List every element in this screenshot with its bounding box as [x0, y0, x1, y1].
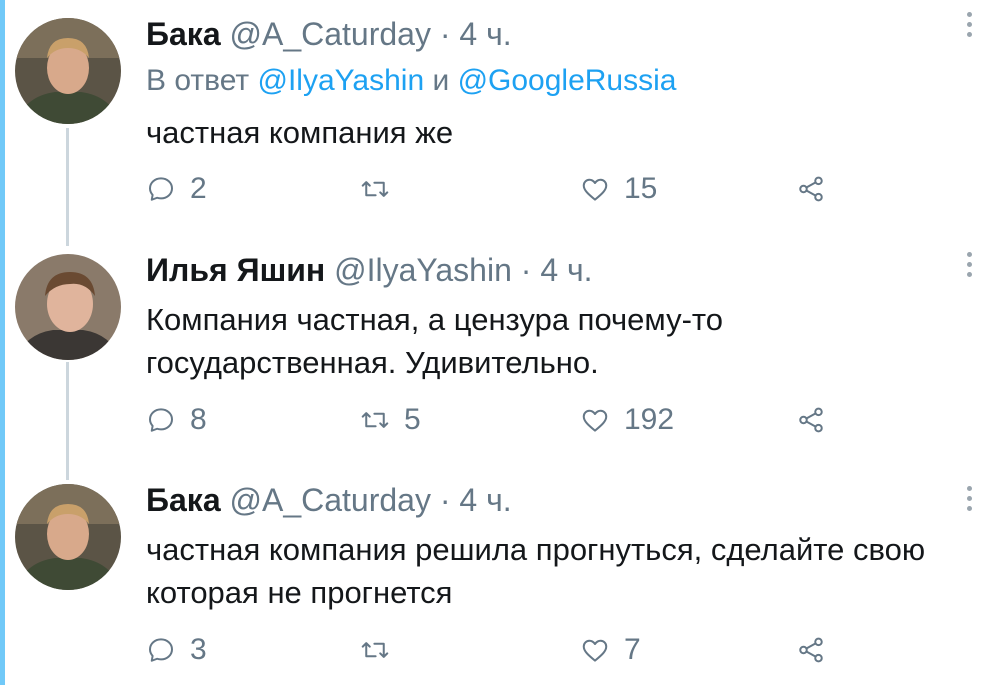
- user-avatar[interactable]: [15, 18, 121, 124]
- user-handle[interactable]: @IlyaYashin: [334, 252, 512, 288]
- retweet-icon: [360, 405, 390, 435]
- retweet-button[interactable]: [360, 172, 404, 206]
- heart-icon: [580, 405, 610, 435]
- tweet-text: частная компания же: [146, 115, 454, 150]
- reply-count: 8: [190, 403, 207, 436]
- like-count: 7: [624, 633, 641, 666]
- reply-icon: [146, 174, 176, 204]
- separator-dot: ·: [520, 252, 532, 288]
- user-avatar-image: [15, 18, 121, 124]
- more-vertical-icon[interactable]: [963, 252, 975, 282]
- display-name[interactable]: Илья Яшин: [146, 252, 325, 288]
- retweet-button[interactable]: [360, 633, 404, 667]
- user-avatar[interactable]: [15, 484, 121, 590]
- tweet-header: Бака @A_Caturday · 4 ч.: [146, 482, 512, 518]
- share-button[interactable]: [796, 172, 826, 206]
- retweet-icon: [360, 174, 390, 204]
- reply-count: 3: [190, 633, 207, 666]
- retweet-icon: [360, 635, 390, 665]
- like-button[interactable]: 192: [580, 403, 674, 437]
- display-name[interactable]: Бака: [146, 482, 221, 518]
- tweet-actions: 2 15: [146, 172, 846, 206]
- tweet-actions: 8 5 192: [146, 403, 846, 437]
- tweet-header: Бака @A_Caturday · 4 ч.: [146, 16, 512, 52]
- share-button[interactable]: [796, 633, 826, 667]
- like-button[interactable]: 15: [580, 172, 657, 206]
- reply-joiner: и: [432, 64, 450, 97]
- timestamp[interactable]: 4 ч.: [540, 252, 592, 288]
- user-avatar-image: [15, 254, 121, 360]
- share-button[interactable]: [796, 403, 826, 437]
- share-icon: [796, 405, 826, 435]
- timestamp[interactable]: 4 ч.: [459, 482, 511, 518]
- reply-prefix: В ответ: [146, 64, 250, 97]
- user-handle[interactable]: @A_Caturday: [230, 16, 431, 52]
- separator-dot: ·: [439, 16, 451, 52]
- retweet-count: 5: [404, 403, 421, 436]
- more-vertical-icon[interactable]: [963, 486, 975, 516]
- tweet[interactable]: Бака @A_Caturday · 4 ч. частная компания…: [0, 480, 989, 685]
- tweet-text: Компания частная, а цензура почему-то го…: [146, 302, 723, 380]
- reply-button[interactable]: 8: [146, 403, 207, 437]
- reply-button[interactable]: 3: [146, 633, 207, 667]
- tweet-header: Илья Яшин @IlyaYashin · 4 ч.: [146, 252, 593, 288]
- replying-to: В ответ @IlyaYashin и @GoogleRussia: [146, 64, 676, 98]
- user-avatar[interactable]: [15, 254, 121, 360]
- display-name[interactable]: Бака: [146, 16, 221, 52]
- tweet[interactable]: Илья Яшин @IlyaYashin · 4 ч. Компания ча…: [0, 248, 989, 480]
- mention-link[interactable]: @GoogleRussia: [458, 64, 677, 97]
- more-vertical-icon[interactable]: [963, 12, 975, 42]
- mention-link[interactable]: @IlyaYashin: [257, 64, 424, 97]
- timestamp[interactable]: 4 ч.: [459, 16, 511, 52]
- share-icon: [796, 635, 826, 665]
- share-icon: [796, 174, 826, 204]
- separator-dot: ·: [439, 482, 451, 518]
- retweet-button[interactable]: 5: [360, 403, 421, 437]
- reply-count: 2: [190, 172, 207, 205]
- reply-button[interactable]: 2: [146, 172, 207, 206]
- reply-icon: [146, 405, 176, 435]
- like-count: 15: [624, 172, 658, 205]
- tweet[interactable]: Бака @A_Caturday · 4 ч. В ответ @IlyaYas…: [0, 0, 989, 248]
- tweet-text: частная компания решила прогнуться, сдел…: [146, 532, 926, 610]
- heart-icon: [580, 635, 610, 665]
- heart-icon: [580, 174, 610, 204]
- user-handle[interactable]: @A_Caturday: [230, 482, 431, 518]
- user-avatar-image: [15, 484, 121, 590]
- tweet-actions: 3 7: [146, 633, 846, 667]
- like-count: 192: [624, 403, 675, 436]
- like-button[interactable]: 7: [580, 633, 641, 667]
- reply-icon: [146, 635, 176, 665]
